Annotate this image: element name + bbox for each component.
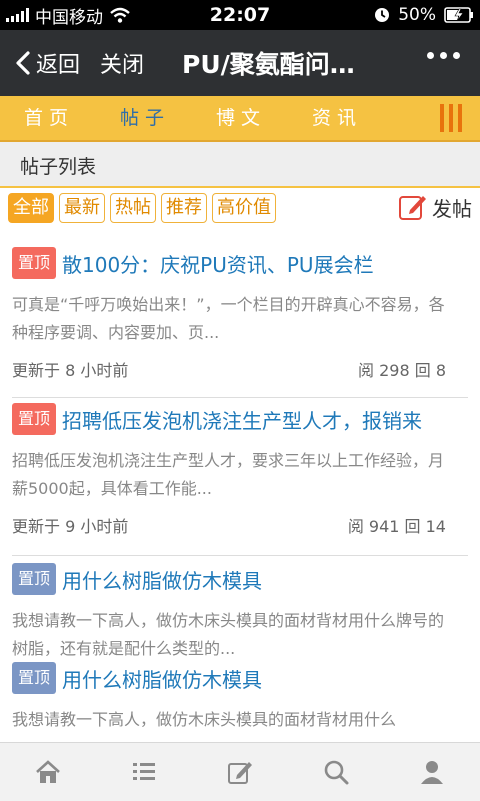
pinned-badge: 置顶 [12,403,56,435]
back-label: 返回 [36,53,81,78]
filter-bar: 全部 最新 热帖 推荐 高价值 [8,193,276,223]
section-header: 帖子列表 [0,142,480,188]
list-item[interactable]: 置顶 散100分：庆祝PU资讯、PU展会栏 可真是“千呼万唤始出来！”，一个栏目… [12,247,468,381]
new-post-button[interactable]: 发帖 [398,192,472,222]
search-icon[interactable] [322,758,350,786]
list-item[interactable]: 置顶 招聘低压发泡机浇注生产型人才，报销来 招聘低压发泡机浇注生产型人才，要求三… [12,403,468,537]
post-excerpt: 可真是“千呼万唤始出来！”，一个栏目的开辟真心不容易，各种程序要调、内容要加、页… [12,295,445,342]
bottom-nav [0,742,480,801]
section-title: 帖子列表 [20,156,97,178]
post-stats: 阅 941 回 14 [347,517,446,536]
filter-latest[interactable]: 最新 [59,193,105,223]
list-icon[interactable] [130,758,158,786]
back-button[interactable]: 返回 [14,47,80,79]
pinned-badge: 置顶 [12,247,56,279]
post-excerpt: 我想请教一下高人，做仿木床头模具的面材背材用什么牌号的树脂，还有就是配什么类型的… [12,611,445,658]
new-post-label: 发帖 [432,196,472,221]
post-excerpt: 招聘低压发泡机浇注生产型人才，要求三年以上工作经验，月薪5000起，具体看工作能… [12,451,445,498]
post-title[interactable]: 散100分：庆祝PU资讯、PU展会栏 [62,249,374,278]
list-item[interactable]: 置顶 用什么树脂做仿木模具 我想请教一下高人，做仿木床头模具的面材背材用什么 [12,662,468,734]
pinned-badge: 置顶 [12,662,56,694]
list-item[interactable]: 置顶 用什么树脂做仿木模具 我想请教一下高人，做仿木床头模具的面材背材用什么牌号… [12,563,468,663]
post-updated: 更新于 9 小时前 [12,517,129,536]
nav-bar: 返回 关闭 PU/聚氨酯问… [0,30,480,96]
tab-posts[interactable]: 帖子 [120,96,170,140]
pinned-badge: 置顶 [12,563,56,595]
status-bar: 中国移动 22:07 50% [0,0,480,30]
tab-home[interactable]: 首页 [24,96,74,140]
alarm-icon [375,8,390,22]
filter-high-value[interactable]: 高价值 [212,193,276,223]
wifi-icon [110,7,130,23]
tab-bar: 首页 帖子 博文 资讯 [0,96,480,142]
divider [12,397,468,398]
post-title[interactable]: 招聘低压发泡机浇注生产型人才，报销来 [62,405,422,434]
battery-percent: 50% [398,5,436,25]
tab-news[interactable]: 资讯 [312,96,362,140]
post-excerpt: 我想请教一下高人，做仿木床头模具的面材背材用什么 [12,710,397,729]
post-stats: 阅 298 回 8 [358,361,446,380]
filter-recommended[interactable]: 推荐 [161,193,207,223]
post-title[interactable]: 用什么树脂做仿木模具 [62,565,262,594]
back-arrow-icon [16,51,30,75]
close-button[interactable]: 关闭 [100,47,144,79]
edit-icon [399,196,426,220]
carrier-label: 中国移动 [35,7,103,28]
more-icon[interactable] [427,52,460,59]
filter-all[interactable]: 全部 [8,193,54,223]
compose-icon[interactable] [226,758,254,786]
divider [12,555,468,556]
tab-blog[interactable]: 博文 [216,96,266,140]
signal-icon [6,8,29,22]
page-title: PU/聚氨酯问… [182,50,355,79]
menu-icon[interactable] [440,104,462,132]
post-title[interactable]: 用什么树脂做仿木模具 [62,664,262,693]
home-icon[interactable] [34,758,62,786]
post-updated: 更新于 8 小时前 [12,361,129,380]
filter-hot[interactable]: 热帖 [110,193,156,223]
user-icon[interactable] [418,758,446,786]
battery-icon [444,7,473,23]
